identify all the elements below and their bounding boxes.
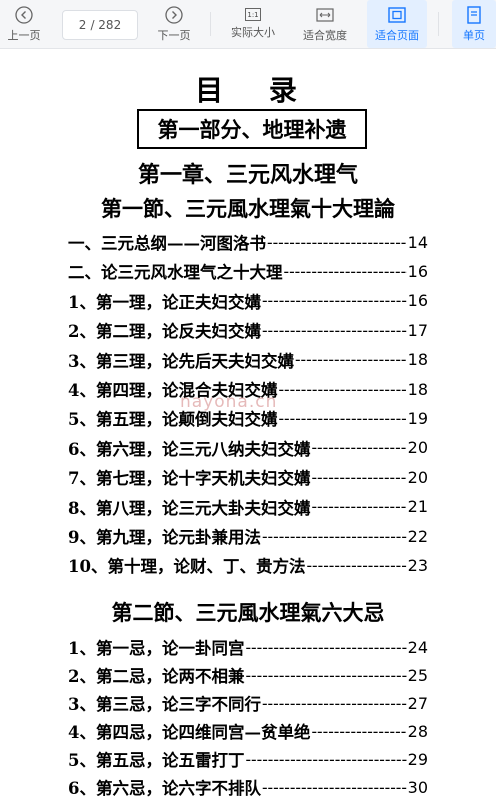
toc-title: 目 录	[195, 74, 315, 107]
toc-entry-title: 6、第六忌，论六字不排队	[68, 779, 261, 798]
toc-entry-title: 2、第二理，论反夫妇交媾	[68, 322, 261, 342]
toc-entry-page: 20	[407, 438, 428, 458]
watermark: nayona.cn	[180, 392, 278, 412]
fit-width-button[interactable]: 适合宽度	[296, 0, 354, 48]
fit-page-icon	[388, 6, 406, 24]
toc-entry-title: 7、第七理，论十字天机夫妇交媾	[68, 469, 311, 489]
actual-size-icon: 1:1	[245, 8, 261, 21]
toc-leader-dashes: ----------------------------------------…	[261, 526, 407, 546]
page-current-input[interactable]: 2	[79, 18, 87, 32]
toc-entry[interactable]: 5、第五忌，论五雷打丁 -----------------------------…	[68, 746, 428, 772]
toc-leader-dashes: ----------------------------------------…	[261, 320, 407, 340]
toc-entry-page: 22	[407, 526, 428, 546]
section-2-title: 第二節、三元風水理氣六大忌	[111, 600, 385, 625]
toc-entry[interactable]: 7、第七理，论十字天机夫妇交媾-------------------------…	[68, 464, 428, 490]
toc-entry-page: 25	[407, 665, 428, 685]
toc-entry-page: 29	[407, 749, 428, 769]
toc-leader-dashes: ----------------------------------------…	[261, 777, 407, 797]
toc-entry-title: 1、第一忌，论一卦同宫	[68, 639, 245, 658]
actual-size-label: 实际大小	[231, 26, 275, 39]
toc-entry-page: 28	[407, 721, 428, 741]
toc-entry[interactable]: 1、第一忌，论一卦同宫 -----------------------------…	[68, 634, 428, 660]
toc-leader-dashes: ----------------------------------------…	[245, 637, 407, 657]
fit-page-label: 适合页面	[375, 28, 419, 42]
toc-entry-title: 2、第二忌，论两不相兼	[68, 667, 245, 686]
toc-leader-dashes: ----------------------------------------…	[245, 749, 407, 769]
toc-leader-dashes: ----------------------------------------…	[283, 261, 407, 281]
page-total: / 282	[90, 18, 122, 32]
toc-leader-dashes: ----------------------------------------…	[306, 555, 407, 575]
toc-entry-title: 3、第三忌，论三字不同行	[68, 695, 261, 714]
toc-entry-page: 21	[407, 497, 428, 517]
next-page-button[interactable]: 下一页	[152, 0, 196, 48]
toc-entry[interactable]: 1、第一理，论正夫妇交媾----------------------------…	[68, 288, 428, 314]
part-title: 第一部分、地理补遗	[137, 109, 367, 149]
prev-page-label: 上一页	[7, 28, 41, 42]
fit-width-icon	[316, 6, 334, 24]
toc-entry[interactable]: 3、第三忌，论三字不同行----------------------------…	[68, 690, 428, 716]
toc-entry-page: 17	[407, 320, 428, 340]
toc-leader-dashes: ----------------------------------------…	[278, 408, 407, 428]
toc-entry-title: 二、论三元风水理气之十大理	[68, 263, 283, 283]
toc-entry-title: 8、第八理，论三元大卦夫妇交媾	[68, 498, 311, 518]
toc-leader-dashes: ----------------------------------------…	[261, 291, 407, 311]
toc-entry-title: 4、第四忌，论四维同宫—贫单绝	[68, 723, 311, 742]
toc-entry-page: 23	[407, 555, 428, 575]
toc-entry-page: 14	[407, 232, 428, 252]
toc-entry[interactable]: 2、第二理，论反夫妇交媾----------------------------…	[68, 317, 428, 343]
toc-leader-dashes: ----------------------------------------…	[311, 438, 407, 458]
toc-leader-dashes: ----------------------------------------…	[267, 232, 407, 252]
page-number-box[interactable]: 2 / 282	[62, 10, 138, 40]
toolbar-divider	[438, 12, 439, 36]
document-page: 目 录 第一部分、地理补遗 第一章、三元风水理气 第一節、三元風水理氣十大理論 …	[0, 49, 496, 806]
viewer-toolbar: 上一页 2 / 282 下一页 1:1 实际大小 适合宽度 适合页面 单页	[0, 0, 496, 49]
toc-entry-page: 18	[407, 379, 428, 399]
toc-entry[interactable]: 8、第八理，论三元大卦夫妇交媾-------------------------…	[68, 494, 428, 520]
toc-entry-title: 一、三元总纲——河图洛书	[68, 234, 266, 253]
single-page-label: 单页	[463, 28, 485, 42]
section-1-title: 第一節、三元風水理氣十大理論	[101, 196, 395, 221]
toc-entry[interactable]: 一、三元总纲——河图洛书----------------------------…	[68, 229, 428, 255]
chapter-title: 第一章、三元风水理气	[137, 162, 358, 188]
toc-leader-dashes: ----------------------------------------…	[245, 665, 407, 685]
toc-leader-dashes: ----------------------------------------…	[294, 350, 407, 370]
single-page-button[interactable]: 单页	[452, 0, 496, 48]
toc-entry-page: 30	[407, 777, 428, 797]
toc-entry-page: 20	[407, 467, 428, 487]
fit-width-label: 适合宽度	[303, 28, 347, 42]
toc-entry-title: 6、第六理，论三元八纳夫妇交媾	[68, 439, 311, 459]
single-page-icon	[465, 5, 483, 24]
chevron-right-icon	[165, 5, 183, 24]
toc-entry-page: 24	[407, 637, 428, 657]
toc-entry[interactable]: 6、第六忌，论六字不排队----------------------------…	[68, 774, 428, 800]
toc-entry[interactable]: 10、第十理，论财、丁、贵方法-------------------------…	[68, 552, 428, 578]
toc-entry-page: 18	[407, 350, 428, 370]
toc-entry-page: 19	[407, 408, 428, 428]
actual-size-button[interactable]: 1:1 实际大小	[224, 0, 282, 48]
toc-entry[interactable]: 9、第九理，论元卦兼用法----------------------------…	[68, 523, 428, 549]
toc-entry[interactable]: 3、第三理，论先后天夫妇交媾--------------------------…	[68, 347, 428, 373]
toc-entry[interactable]: 4、第四忌，论四维同宫—贫单绝-------------------------…	[68, 718, 428, 744]
toolbar-divider	[210, 12, 211, 36]
toc-leader-dashes: ----------------------------------------…	[311, 721, 407, 741]
toc-entry-title: 1、第一理，论正夫妇交媾	[68, 292, 261, 312]
toc-entry-title: 5、第五忌，论五雷打丁	[68, 751, 245, 770]
toc-leader-dashes: ----------------------------------------…	[311, 467, 407, 487]
fit-page-button[interactable]: 适合页面	[367, 0, 427, 48]
toc-entry[interactable]: 二、论三元风水理气之十大理---------------------------…	[68, 258, 428, 284]
toc-leader-dashes: ----------------------------------------…	[261, 693, 407, 713]
toc-entry-page: 16	[407, 291, 428, 311]
toc-entry-page: 16	[407, 261, 428, 281]
toc-entry-title: 3、第三理，论先后天夫妇交媾	[68, 351, 294, 371]
toc-leader-dashes: ----------------------------------------…	[311, 497, 407, 517]
toc-leader-dashes: ----------------------------------------…	[278, 379, 407, 399]
toc-entry-page: 27	[407, 693, 428, 713]
next-page-label: 下一页	[157, 28, 191, 42]
toc-entry-title: 10、第十理，论财、丁、贵方法	[68, 557, 306, 577]
toc-entry-title: 9、第九理，论元卦兼用法	[68, 528, 261, 547]
toc-entry[interactable]: 6、第六理，论三元八纳夫妇交媾-------------------------…	[68, 435, 428, 461]
chevron-left-icon	[15, 5, 33, 24]
prev-page-button[interactable]: 上一页	[2, 0, 46, 48]
toc-entry[interactable]: 2、第二忌，论两不相兼 -----------------------------…	[68, 662, 428, 688]
